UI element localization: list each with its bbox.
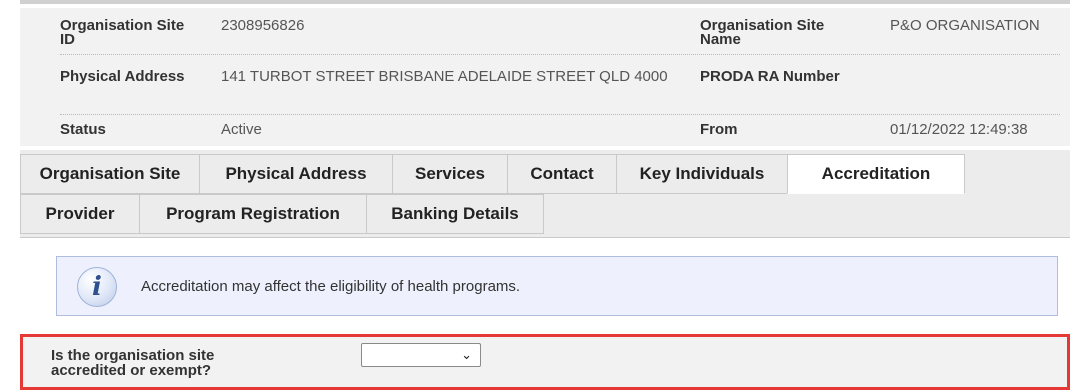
info-icon: i: [77, 267, 117, 307]
tab-banking-details[interactable]: Banking Details: [366, 194, 544, 234]
header-rule: [20, 0, 1070, 4]
org-site-id-label: Organisation Site ID: [60, 17, 185, 48]
org-site-name-label: Organisation Site Name: [700, 17, 825, 48]
tab-contact[interactable]: Contact: [507, 154, 617, 194]
tab-program-registration[interactable]: Program Registration: [139, 194, 367, 234]
tab-organisation-site[interactable]: Organisation Site: [20, 154, 200, 194]
details-row-site: Organisation Site ID 2308956826 Organisa…: [20, 8, 1070, 52]
site-details-panel: Organisation Site ID 2308956826 Organisa…: [20, 8, 1070, 146]
proda-ra-number-label: PRODA RA Number: [700, 68, 840, 85]
status-label: Status: [60, 121, 106, 138]
info-message-text: Accreditation may affect the eligibility…: [141, 278, 521, 295]
info-message-box: i Accreditation may affect the eligibili…: [56, 256, 1058, 316]
org-site-id-value: 2308956826: [221, 17, 305, 34]
accreditation-question-highlight: Is the organisation site accredited or e…: [20, 334, 1070, 390]
from-value: 01/12/2022 12:49:38: [890, 121, 1028, 138]
org-site-name-value: P&O ORGANISATION: [890, 17, 1040, 34]
physical-address-value: 141 TURBOT STREET BRISBANE ADELAIDE STRE…: [221, 68, 668, 85]
row-divider: [60, 54, 1060, 55]
tab-provider[interactable]: Provider: [20, 194, 140, 234]
accredited-question-label: Is the organisation site accredited or e…: [51, 347, 215, 379]
tab-panel: Organisation Site Physical Address Servi…: [20, 150, 1070, 390]
info-icon-glyph: i: [92, 272, 102, 302]
tab-physical-address[interactable]: Physical Address: [199, 154, 393, 194]
accreditation-content: i Accreditation may affect the eligibili…: [20, 238, 1070, 390]
chevron-down-icon: ⌄: [461, 347, 472, 362]
row-divider: [60, 114, 1060, 115]
details-row-address: Physical Address 141 TURBOT STREET BRISB…: [20, 56, 1070, 112]
tab-services[interactable]: Services: [392, 154, 508, 194]
accredited-or-exempt-select[interactable]: ⌄: [361, 343, 481, 367]
status-value: Active: [221, 121, 262, 138]
details-row-status: Status Active From 01/12/2022 12:49:38: [20, 116, 1070, 144]
tab-accreditation[interactable]: Accreditation: [787, 154, 965, 194]
physical-address-label: Physical Address: [60, 68, 185, 85]
tab-key-individuals[interactable]: Key Individuals: [616, 154, 788, 194]
from-label: From: [700, 121, 738, 138]
